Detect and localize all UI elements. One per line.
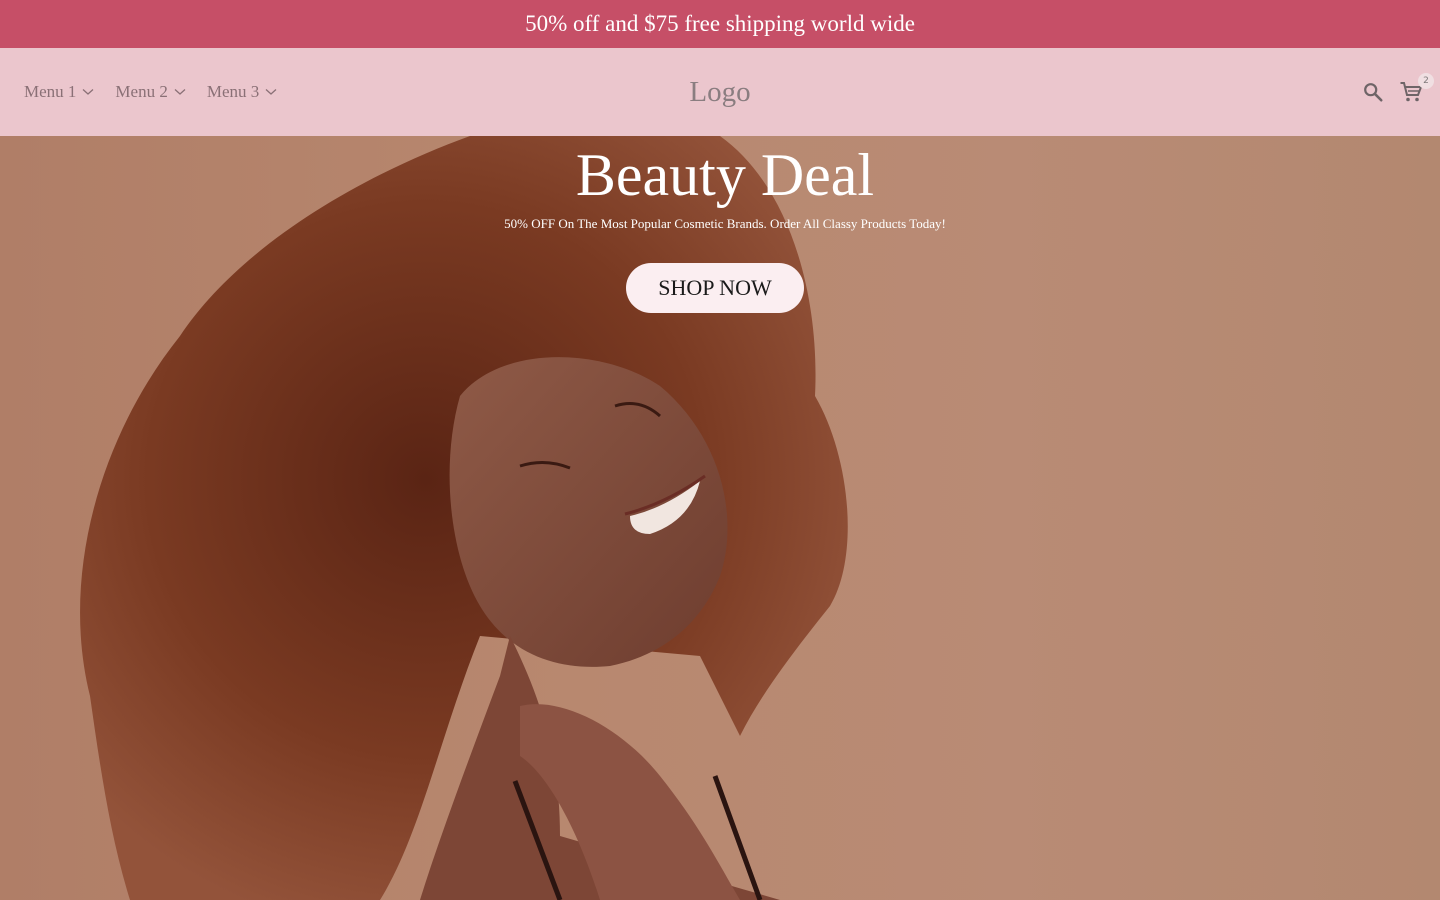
header-actions: 2 [1360,48,1434,136]
nav-menu-2[interactable]: Menu 2 [115,82,186,102]
nav-menu-1-label: Menu 1 [24,82,77,101]
announcement-bar: 50% off and $75 free shipping world wide [0,0,1440,48]
chevron-down-icon [265,89,277,95]
chevron-down-icon [174,89,186,95]
cart-button[interactable]: 2 [1398,73,1434,105]
nav-menu-1[interactable]: Menu 1 [24,82,94,102]
chevron-down-icon [82,89,94,95]
search-icon [1364,83,1383,102]
nav-menu-2-label: Menu 2 [115,82,168,101]
site-header: Menu 1 Menu 2 Menu 3 Logo 2 [0,48,1440,136]
hero-subtitle: 50% OFF On The Most Popular Cosmetic Bra… [504,216,946,231]
main-nav: Menu 1 Menu 2 Menu 3 [24,48,277,136]
cart-count-badge: 2 [1418,73,1434,89]
hero-title: Beauty Deal [575,142,875,208]
shop-now-button[interactable]: SHOP NOW [626,263,804,313]
hero-image [80,136,848,900]
search-button[interactable] [1360,79,1386,105]
nav-menu-3[interactable]: Menu 3 [207,82,277,102]
hero-banner: Beauty Deal 50% OFF On The Most Popular … [0,136,1440,900]
announcement-text: 50% off and $75 free shipping world wide [525,11,915,36]
site-logo[interactable]: Logo [620,48,820,136]
nav-menu-3-label: Menu 3 [206,82,260,101]
